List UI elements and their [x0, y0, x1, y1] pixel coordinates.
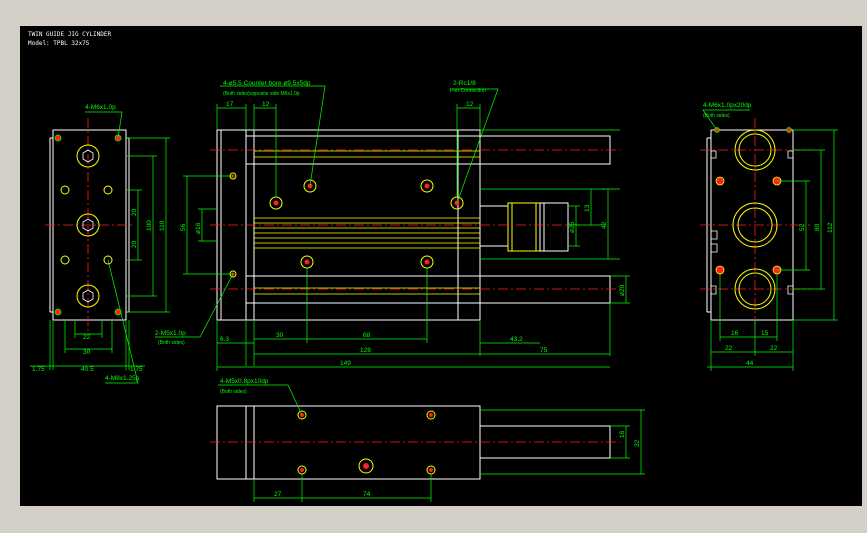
drawing-svg: TWIN GUIDE JIG CYLINDER Model: TPBL 32x7…: [28, 31, 838, 502]
dim-right-22b: 22: [770, 345, 778, 352]
dim-front-13: 13: [584, 204, 591, 212]
note-left-bottom: 4-M8x1.25p: [105, 375, 140, 382]
note-side-holes: 2-M5x1.0p: [155, 330, 186, 337]
front-view: 17 12 12 4-ø5.5 Counter bore ø9.5x5dp (B…: [155, 80, 630, 371]
cad-drawing-canvas: TWIN GUIDE JIG CYLINDER Model: TPBL 32x7…: [20, 26, 862, 506]
dim-bottom-27: 27: [274, 491, 282, 498]
dim-front-12b: 12: [466, 101, 474, 108]
note-port: 2-Rc1/8: [453, 80, 476, 87]
dim-left-40-5: 40.5: [81, 366, 94, 373]
note-port-sub: Port Connection: [450, 88, 486, 94]
dim-left-20a: 20: [131, 208, 138, 216]
drawing-title: TWIN GUIDE JIG CYLINDER: [28, 31, 111, 38]
note-right-sub: (Both sides): [703, 113, 730, 119]
dim-front-30: 30: [276, 332, 284, 339]
dim-front-17: 17: [226, 101, 234, 108]
dim-front-68: 68: [363, 332, 371, 339]
dim-right-80: 80: [814, 223, 821, 231]
dim-front-12a: 12: [262, 101, 270, 108]
bottom-view: 16 32 27 74 4-M5x0.8px10dp (Both sides): [210, 378, 645, 502]
dim-front-149: 149: [340, 360, 351, 367]
left-end-view: 20 20 100 110 22 30 40.5 1.75 1.75 4-M6x…: [30, 104, 170, 384]
guide-rod-bottom: [245, 275, 611, 304]
dim-left-30: 30: [83, 349, 91, 356]
dim-right-112: 112: [827, 222, 834, 233]
dim-front-16: ø16: [195, 222, 202, 234]
dim-right-52: 52: [799, 223, 806, 231]
dim-left-22: 22: [83, 334, 91, 341]
dim-front-56: 56: [180, 223, 187, 231]
dim-left-1-75a: 1.75: [32, 366, 45, 373]
right-end-view: 52 80 112 16 15 22 22 44 4-M6x1.0px20dp …: [700, 102, 838, 371]
note-counter-bore-sub: (Both sides)opposite side M6x1.0p: [223, 91, 300, 97]
note-side-holes-sub: (Both sides): [158, 340, 185, 346]
note-counter-bore: 4-ø5.5 Counter bore ø9.5x5dp: [223, 80, 311, 87]
dim-right-16: 16: [731, 330, 739, 337]
note-bottom-holes: 4-M5x0.8px10dp: [220, 378, 269, 385]
dim-front-42: 42: [601, 221, 608, 229]
bottom-end-plate: [216, 405, 247, 480]
dim-right-44: 44: [746, 360, 754, 367]
dim-front-75: 75: [540, 347, 548, 354]
application-frame: TWIN GUIDE JIG CYLINDER Model: TPBL 32x7…: [0, 0, 867, 533]
dim-front-43-2: 43.2: [510, 336, 523, 343]
dim-front-128: 128: [360, 347, 371, 354]
dim-bottom-16: 16: [619, 430, 626, 438]
note-bottom-sub: (Both sides): [220, 389, 247, 395]
dim-left-20b: 20: [131, 240, 138, 248]
dim-bottom-32: 32: [634, 439, 641, 447]
dim-front-25: ø25: [569, 221, 576, 233]
dim-left-100: 100: [146, 220, 153, 231]
rod-end: [507, 202, 541, 252]
drawing-model: Model: TPBL 32x75: [28, 40, 90, 47]
dim-right-15: 15: [761, 330, 769, 337]
dim-left-1-75b: 1.75: [130, 366, 143, 373]
note-right-holes: 4-M6x1.0px20dp: [703, 102, 752, 109]
piston-rod: [479, 205, 509, 247]
dim-front-6-3: 6.3: [220, 336, 229, 343]
dim-right-22a: 22: [725, 345, 733, 352]
dim-left-110: 110: [159, 220, 166, 231]
note-left-holes: 4-M6x1.0p: [85, 104, 116, 111]
dim-bottom-74: 74: [363, 491, 371, 498]
dim-front-20: ø20: [619, 284, 626, 296]
